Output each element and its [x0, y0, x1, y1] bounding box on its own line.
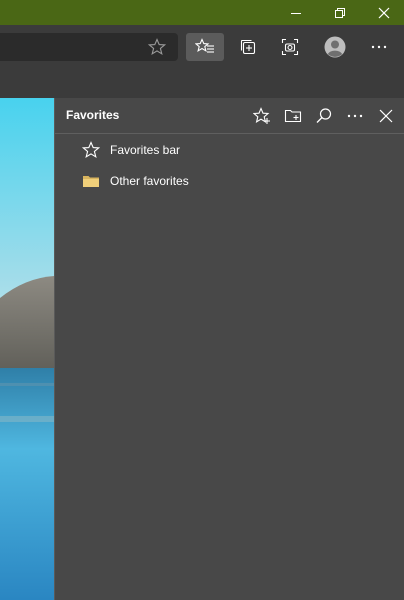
- favorites-bar-strip: [0, 68, 404, 99]
- page-content: [0, 98, 54, 600]
- screenshot-icon: [281, 38, 299, 56]
- star-outline-icon: [148, 38, 166, 55]
- more-icon: [371, 45, 387, 49]
- favorites-icon: [195, 38, 214, 53]
- web-capture-button[interactable]: [271, 33, 309, 61]
- collections-icon: [240, 39, 256, 55]
- favorites-panel: Favorites Favorites bar Other favorites: [54, 98, 404, 600]
- search-icon: [316, 108, 332, 123]
- other-favorites-label: Other favorites: [110, 174, 189, 188]
- title-bar: [0, 0, 404, 25]
- restore-button[interactable]: [318, 0, 362, 25]
- minimize-icon: [291, 12, 301, 14]
- profile-icon: [324, 36, 346, 58]
- folder-icon: [81, 172, 101, 190]
- add-folder-button[interactable]: [280, 103, 306, 129]
- star-outline-icon: [81, 141, 101, 159]
- close-panel-button[interactable]: [373, 103, 399, 129]
- favorites-panel-header: Favorites: [55, 98, 404, 134]
- close-window-button[interactable]: [362, 0, 404, 25]
- browser-toolbar: [0, 25, 404, 68]
- close-icon: [378, 7, 390, 18]
- add-to-favorites-button[interactable]: [148, 38, 166, 56]
- close-icon: [379, 109, 393, 123]
- collections-button[interactable]: [229, 33, 267, 61]
- add-folder-icon: [284, 109, 302, 123]
- minimize-button[interactable]: [274, 0, 318, 25]
- settings-more-button[interactable]: [360, 33, 398, 61]
- add-this-page-to-favorites-button[interactable]: [249, 103, 275, 129]
- panel-title: Favorites: [66, 108, 120, 122]
- landscape-image: [0, 98, 54, 600]
- search-favorites-button[interactable]: [311, 103, 337, 129]
- address-bar[interactable]: [0, 33, 178, 61]
- favorites-button[interactable]: [186, 33, 224, 61]
- more-icon: [347, 114, 363, 118]
- add-favorite-icon: [253, 107, 270, 124]
- other-favorites-item[interactable]: Other favorites: [55, 166, 404, 196]
- more-options-button[interactable]: [342, 103, 368, 129]
- favorites-bar-item[interactable]: Favorites bar: [55, 135, 404, 165]
- profile-button[interactable]: [316, 33, 354, 61]
- restore-icon: [335, 7, 345, 18]
- favorites-bar-label: Favorites bar: [110, 143, 181, 157]
